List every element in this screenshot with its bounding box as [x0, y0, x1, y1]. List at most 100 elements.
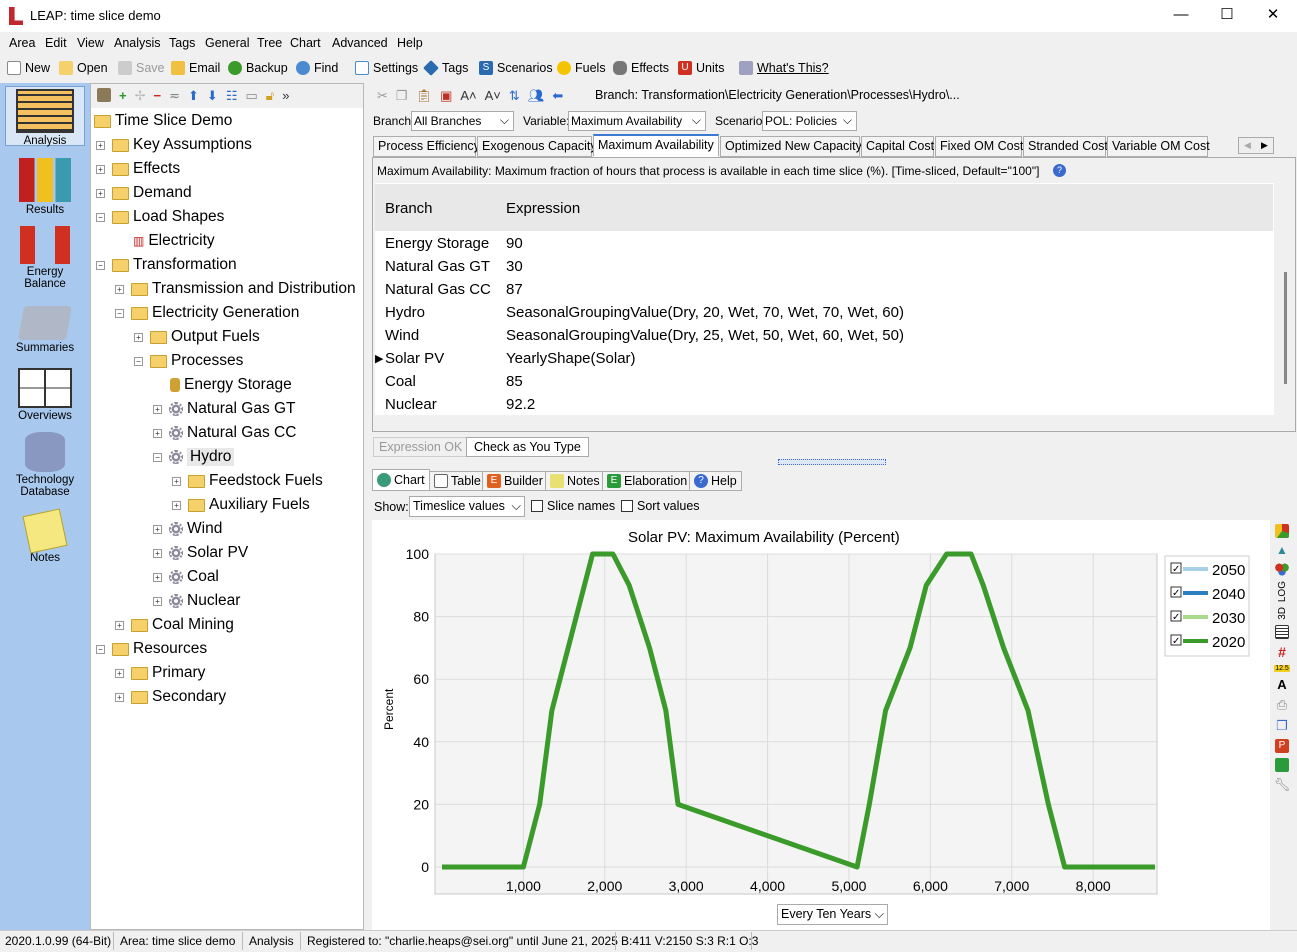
sort-values-checkbox[interactable] — [621, 500, 633, 512]
rename-icon[interactable]: ≂ — [169, 88, 180, 104]
menu-help[interactable]: Help — [397, 36, 423, 50]
grid-branch-cell[interactable]: Coal — [385, 373, 416, 390]
grid-expression-cell[interactable]: 85 — [506, 373, 523, 390]
show-select[interactable]: Timeslice values ⌵ — [409, 496, 525, 517]
slice-names-checkbox[interactable] — [531, 500, 543, 512]
grid-branch-cell[interactable]: Natural Gas GT — [385, 258, 490, 275]
tab-maximum-availability[interactable]: Maximum Availability — [593, 134, 719, 157]
menu-chart[interactable]: Chart — [290, 36, 321, 50]
tree-item-hydro[interactable]: − Hydro — [153, 448, 235, 466]
fuels-button[interactable]: Fuels — [557, 61, 606, 75]
expand-icon[interactable]: + — [153, 404, 162, 414]
scenarios-button[interactable]: S Scenarios — [479, 61, 553, 75]
collapse-icon[interactable]: − — [134, 356, 143, 366]
vertical-splitter[interactable] — [364, 83, 371, 930]
tree-item-coal[interactable]: + Coal — [153, 568, 219, 586]
tab-capital-cost[interactable]: Capital Cost — [861, 136, 934, 157]
3d-toggle[interactable]: 3D — [1277, 607, 1288, 620]
properties-icon[interactable] — [97, 88, 111, 102]
grid-toggle-icon[interactable]: # — [1278, 644, 1286, 660]
move-down-icon[interactable]: ⬇ — [207, 88, 218, 104]
tree-item-transmission[interactable]: + Transmission and Distribution — [115, 280, 356, 298]
font-increase-icon[interactable]: A˄ — [460, 88, 476, 104]
tree-item-natural-gas-gt[interactable]: + Natural Gas GT — [153, 400, 296, 418]
move-up-icon[interactable]: ⬆ — [188, 88, 199, 104]
area-chart-icon[interactable]: ▲ — [1276, 543, 1288, 557]
tree-item-key-assumptions[interactable]: + Key Assumptions — [96, 136, 252, 154]
grid-expression-cell[interactable]: 30 — [506, 258, 523, 275]
pie-chart-icon[interactable] — [1275, 524, 1289, 538]
line-chart[interactable]: 0204060801001,000 2,000 3,000 4,000 5,000 6,0… — [372, 520, 1270, 930]
units-button[interactable]: U Units — [678, 61, 724, 75]
grid-expression-cell[interactable]: 87 — [506, 281, 523, 298]
new-button[interactable]: New — [7, 61, 50, 75]
tab-exogenous-capacity[interactable]: Exogenous Capacity — [477, 136, 597, 157]
whats-this-button[interactable]: What's This? — [739, 61, 829, 75]
powerpoint-icon[interactable]: P — [1275, 738, 1289, 753]
expand-icon[interactable]: + — [96, 164, 105, 174]
more-icon[interactable]: » — [282, 88, 289, 104]
tree-item-nuclear[interactable]: + Nuclear — [153, 592, 240, 610]
menu-tags[interactable]: Tags — [169, 36, 195, 50]
data-labels-icon[interactable]: 12.5 — [1274, 664, 1290, 672]
menu-general[interactable]: General — [205, 36, 249, 50]
tree-item-primary[interactable]: + Primary — [115, 664, 205, 682]
tab-table[interactable]: Table — [429, 471, 486, 491]
tree-item-auxiliary-fuels[interactable]: + Auxiliary Fuels — [172, 496, 310, 514]
print-icon[interactable]: ⎙ — [1277, 697, 1287, 713]
nav-results[interactable]: Results — [5, 158, 85, 216]
grid-branch-cell[interactable]: Solar PV — [385, 350, 444, 367]
expand-icon[interactable]: + — [96, 188, 105, 198]
tree-item-load-shapes[interactable]: − Load Shapes — [96, 208, 224, 226]
menu-view[interactable]: View — [77, 36, 104, 50]
tab-variable-om-cost[interactable]: Variable OM Cost — [1107, 136, 1210, 157]
help-icon[interactable]: ? — [1053, 164, 1066, 177]
tree-item-processes[interactable]: − Processes — [134, 352, 243, 370]
add-icon[interactable]: + — [119, 88, 127, 104]
collapse-icon[interactable]: − — [96, 260, 105, 270]
expand-icon[interactable]: + — [153, 428, 162, 438]
import-icon[interactable]: ▣ — [440, 88, 452, 104]
font-decrease-icon[interactable]: A˅ — [485, 88, 501, 104]
nav-energy-balance[interactable]: Energy Balance — [5, 226, 85, 290]
tree-item-solar-pv[interactable]: + Solar PV — [153, 544, 248, 562]
tree-item-coal-mining[interactable]: + Coal Mining — [115, 616, 234, 634]
wrench-icon[interactable]: 🔧︎ — [1274, 777, 1291, 793]
expand-icon[interactable]: + — [115, 284, 124, 294]
menu-area[interactable]: Area — [9, 36, 35, 50]
delete-icon[interactable]: − — [154, 88, 162, 104]
grid-expression-cell[interactable]: SeasonalGroupingValue(Dry, 20, Wet, 70, … — [506, 304, 904, 321]
copy-icon[interactable]: ❐ — [396, 88, 408, 104]
grid-branch-cell[interactable]: Energy Storage — [385, 235, 489, 252]
tab-builder[interactable]: E Builder — [482, 471, 548, 491]
open-button[interactable]: Open — [59, 61, 108, 75]
tree-item-electricity-shape[interactable]: ▥ Electricity — [133, 232, 215, 250]
tree-item-transformation[interactable]: − Transformation — [96, 256, 237, 274]
lock-icon[interactable]: 🔓︎ — [266, 88, 274, 104]
back-arrow-icon[interactable]: ⬅ — [552, 88, 563, 104]
copy-branch-icon[interactable]: ✢ — [135, 88, 146, 104]
tab-chart[interactable]: Chart — [372, 469, 430, 491]
period-select[interactable]: Every Ten Years ⌵ — [777, 904, 888, 925]
tree-item-demand[interactable]: + Demand — [96, 184, 192, 202]
expand-icon[interactable]: + — [153, 596, 162, 606]
grid-branch-cell[interactable]: Natural Gas CC — [385, 281, 491, 298]
branch-select[interactable]: All Branches ⌵ — [411, 111, 514, 131]
scroll-right-icon[interactable]: ▶ — [1256, 138, 1273, 153]
grid-branch-cell[interactable]: Wind — [385, 327, 419, 344]
tab-stranded-cost[interactable]: Stranded Cost — [1023, 136, 1108, 157]
cut-icon[interactable]: ✂ — [377, 88, 388, 104]
scrollbar-thumb[interactable] — [1284, 272, 1287, 384]
settings-button[interactable]: Settings — [355, 61, 418, 75]
tab-process-efficiency[interactable]: Process Efficiency — [373, 136, 480, 157]
tree-item-natural-gas-cc[interactable]: + Natural Gas CC — [153, 424, 296, 442]
tree-root[interactable]: Time Slice Demo — [94, 112, 232, 130]
tree-item-wind[interactable]: + Wind — [153, 520, 222, 538]
folder-collapse-icon[interactable]: ▭ — [245, 88, 257, 104]
save-button[interactable]: Save — [118, 61, 165, 75]
expand-icon[interactable]: + — [172, 500, 181, 510]
sort-icon[interactable]: ⇅ — [509, 88, 520, 104]
expand-icon[interactable]: + — [115, 620, 124, 630]
find-button[interactable]: Find — [296, 61, 338, 75]
nav-notes[interactable]: Notes — [5, 508, 85, 564]
